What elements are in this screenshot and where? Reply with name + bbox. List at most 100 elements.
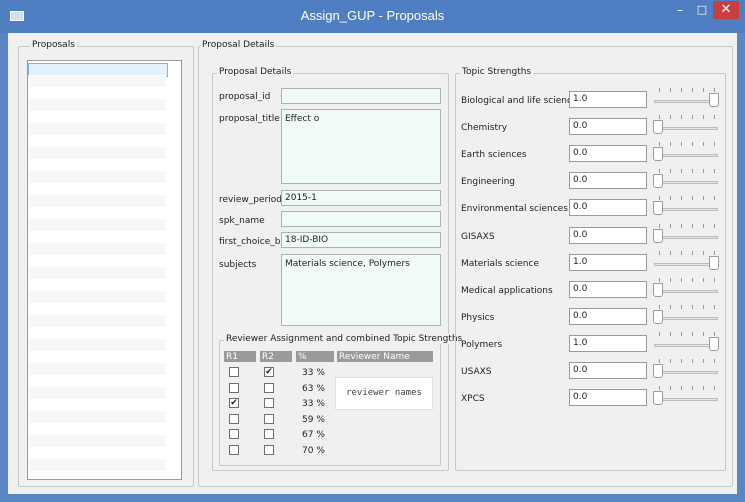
list-item[interactable]	[28, 135, 166, 147]
list-item[interactable]	[28, 291, 166, 303]
r1-checkbox[interactable]	[229, 382, 239, 393]
list-item[interactable]	[28, 231, 166, 243]
topic-strength-input[interactable]: 1.0	[569, 334, 647, 352]
list-item[interactable]	[28, 255, 166, 267]
r1-checkbox[interactable]: ✔	[229, 398, 239, 408]
list-item[interactable]	[28, 183, 166, 195]
list-item[interactable]	[28, 243, 166, 255]
r1-checkbox[interactable]	[229, 413, 239, 424]
slider-handle[interactable]	[709, 255, 719, 270]
r1-checkbox[interactable]	[229, 429, 239, 439]
slider-track	[654, 208, 718, 212]
maximize-icon[interactable]: □	[691, 4, 713, 18]
topic-strength-input[interactable]: 0.0	[569, 226, 647, 244]
topic-strength-input[interactable]: 0.0	[569, 307, 647, 325]
topic-strength-slider[interactable]	[652, 275, 720, 299]
list-item[interactable]	[28, 219, 166, 231]
list-item[interactable]	[28, 75, 166, 87]
list-item[interactable]	[28, 267, 166, 279]
list-item[interactable]	[28, 399, 166, 411]
slider-handle[interactable]	[653, 391, 663, 406]
proposal-title-field[interactable]: Effect o	[281, 109, 441, 184]
topic-strength-input[interactable]: 0.0	[569, 118, 647, 136]
r2-checkbox[interactable]	[264, 382, 274, 393]
list-item[interactable]	[28, 459, 166, 471]
topic-strength-slider[interactable]	[652, 248, 720, 272]
topic-strength-slider[interactable]	[652, 166, 720, 190]
review-period-field[interactable]: 2015-1	[281, 190, 441, 206]
r2-checkbox[interactable]	[264, 398, 274, 408]
list-item[interactable]	[28, 111, 166, 123]
topic-strength-input[interactable]: 0.0	[569, 389, 647, 407]
list-item[interactable]	[28, 123, 166, 135]
topic-strength-input[interactable]: 0.0	[569, 172, 647, 190]
spk-name-field[interactable]	[281, 211, 441, 227]
topic-strength-slider[interactable]	[652, 85, 720, 109]
minimize-icon[interactable]: –	[669, 4, 691, 18]
list-item[interactable]	[28, 471, 166, 479]
subjects-field[interactable]: Materials science, Polymers	[281, 254, 441, 326]
r1-checkbox[interactable]	[229, 444, 239, 455]
list-item[interactable]	[28, 159, 166, 171]
list-item[interactable]	[28, 339, 166, 351]
reviewer-names-box[interactable]: reviewer names	[335, 377, 433, 410]
topic-strength-input[interactable]: 0.0	[569, 199, 647, 217]
first-choice-bl-field[interactable]: 18-ID-BIO	[281, 232, 441, 248]
topic-strength-slider[interactable]	[652, 193, 720, 217]
topic-strength-slider[interactable]	[652, 112, 720, 136]
r2-checkbox[interactable]	[264, 429, 274, 439]
slider-handle[interactable]	[653, 174, 663, 189]
list-item[interactable]	[28, 327, 166, 339]
topic-strength-input[interactable]: 0.0	[569, 145, 647, 163]
review-period-label: review_period	[219, 195, 282, 205]
topic-strength-slider[interactable]	[652, 221, 720, 245]
r1-checkbox[interactable]	[229, 367, 239, 377]
proposals-list[interactable]: ⌃ ⌄	[27, 60, 182, 480]
slider-tick	[714, 359, 715, 363]
slider-handle[interactable]	[653, 120, 663, 135]
list-item[interactable]	[28, 411, 166, 423]
topic-strength-slider[interactable]	[652, 302, 720, 326]
list-item[interactable]	[28, 171, 166, 183]
list-item[interactable]	[28, 363, 166, 375]
list-item[interactable]	[28, 447, 166, 459]
list-item[interactable]	[28, 99, 166, 111]
topic-strength-slider[interactable]	[652, 383, 720, 407]
slider-handle[interactable]	[653, 228, 663, 243]
slider-handle[interactable]	[653, 147, 663, 162]
topic-strength-slider[interactable]	[652, 356, 720, 380]
slider-track	[654, 181, 718, 185]
topic-strength-input[interactable]: 1.0	[569, 91, 647, 108]
topic-strength-input[interactable]: 0.0	[569, 280, 647, 298]
list-item[interactable]	[28, 375, 166, 387]
topic-strength-input[interactable]: 1.0	[569, 253, 647, 271]
list-item[interactable]	[28, 279, 166, 291]
r2-checkbox[interactable]	[264, 413, 274, 424]
slider-handle[interactable]	[653, 201, 663, 216]
topic-strength-slider[interactable]	[652, 329, 720, 353]
close-icon[interactable]: ✕	[713, 1, 739, 19]
topic-strength-slider[interactable]	[652, 139, 720, 163]
topic-label: Polymers	[461, 339, 503, 350]
slider-handle[interactable]	[709, 93, 719, 107]
slider-tick	[681, 223, 682, 228]
list-item[interactable]	[28, 435, 166, 447]
list-item[interactable]	[28, 387, 166, 399]
slider-handle[interactable]	[653, 282, 663, 297]
list-item[interactable]	[28, 423, 166, 435]
slider-handle[interactable]	[653, 364, 663, 378]
r2-checkbox[interactable]	[264, 444, 274, 455]
title-bar[interactable]: Assign_GUP - Proposals – □ ✕	[0, 0, 745, 33]
slider-handle[interactable]	[709, 336, 719, 351]
list-item[interactable]	[28, 87, 166, 99]
slider-handle[interactable]	[653, 309, 663, 324]
list-item[interactable]	[28, 315, 166, 327]
list-item[interactable]	[28, 351, 166, 363]
proposal-id-field[interactable]	[281, 88, 441, 104]
topic-strength-input[interactable]: 0.0	[569, 362, 647, 379]
r2-checkbox[interactable]: ✔	[264, 367, 274, 377]
list-item[interactable]	[28, 207, 166, 219]
list-item[interactable]	[28, 147, 166, 159]
list-item[interactable]	[28, 303, 166, 315]
list-item[interactable]	[28, 195, 166, 207]
